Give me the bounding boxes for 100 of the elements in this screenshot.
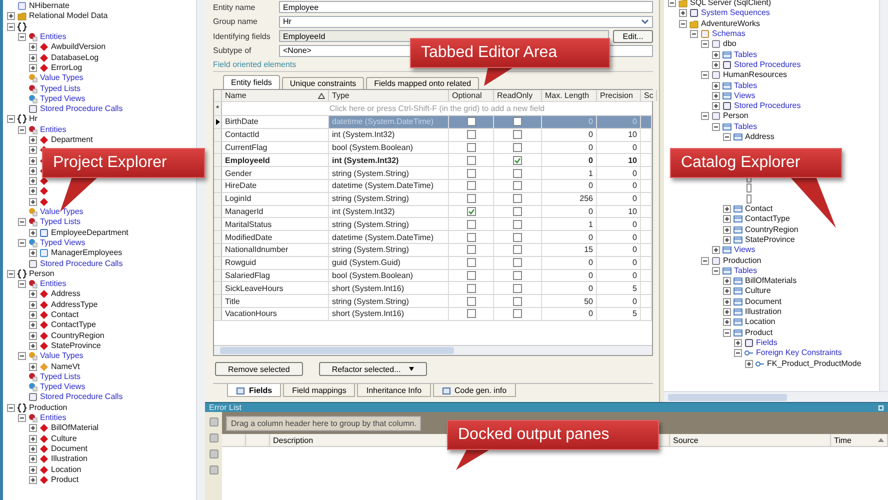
expander-toggle[interactable] — [723, 298, 731, 306]
tab[interactable]: Unique constraints — [282, 77, 364, 89]
expander-toggle[interactable] — [29, 321, 37, 330]
expander-toggle[interactable] — [7, 270, 15, 278]
checkbox[interactable] — [513, 270, 522, 280]
tree-item[interactable]: Illustration — [745, 307, 782, 318]
checkbox[interactable] — [513, 232, 522, 242]
tree-item[interactable]: ManagerEmployees — [51, 248, 122, 258]
checkbox[interactable] — [513, 220, 522, 229]
tree-item[interactable]: Department — [51, 135, 93, 145]
checkbox[interactable] — [513, 156, 522, 165]
tree-item[interactable]: System Sequences — [701, 8, 770, 18]
column-header[interactable]: Precision — [597, 90, 641, 101]
checkbox[interactable] — [466, 142, 476, 152]
expander-toggle[interactable] — [18, 280, 26, 288]
tree-item[interactable]: Production — [29, 402, 68, 413]
checkbox[interactable] — [513, 117, 522, 126]
checkbox[interactable] — [513, 296, 522, 306]
tree-item[interactable]: Production — [723, 256, 762, 266]
checkbox[interactable] — [513, 245, 522, 254]
checkbox[interactable] — [513, 168, 522, 178]
tree-item[interactable]: Typed Views — [40, 382, 86, 392]
checkbox[interactable] — [466, 309, 476, 318]
column-header[interactable]: Time — [831, 434, 888, 446]
tree-item[interactable]: Typed Lists — [40, 372, 80, 382]
column-header[interactable]: Type — [329, 90, 449, 101]
expander-toggle[interactable] — [18, 126, 26, 134]
expander-toggle[interactable] — [679, 9, 687, 18]
tree-item[interactable]: Typed Lists — [40, 84, 80, 94]
expander-toggle[interactable] — [712, 246, 720, 254]
scrollbar[interactable] — [214, 345, 652, 355]
expander-toggle[interactable] — [712, 82, 720, 90]
button[interactable]: Refactor selected... — [318, 362, 427, 376]
pin-icon[interactable] — [878, 404, 884, 410]
checkbox[interactable] — [466, 130, 476, 140]
expander-toggle[interactable] — [734, 338, 742, 347]
checkbox[interactable] — [466, 206, 476, 216]
expander-toggle[interactable] — [723, 133, 731, 141]
expander-toggle[interactable] — [29, 362, 37, 371]
expander-toggle[interactable] — [29, 332, 37, 340]
tree-item[interactable]: ErrorLog — [51, 62, 82, 73]
expander-toggle[interactable] — [29, 311, 37, 320]
column-header[interactable]: ReadOnly — [494, 90, 542, 101]
expander-toggle[interactable] — [29, 198, 37, 206]
dropdown-field[interactable]: Hr — [279, 16, 653, 28]
expander-toggle[interactable] — [29, 466, 37, 474]
tree-item[interactable]: Relational Model Data — [29, 11, 108, 22]
tab[interactable]: Field mappings — [283, 384, 356, 397]
tree-item[interactable]: dbo — [723, 39, 736, 50]
expander-toggle[interactable] — [701, 71, 709, 80]
tree-item[interactable]: Views — [734, 245, 756, 256]
expander-toggle[interactable] — [723, 287, 731, 296]
expander-toggle[interactable] — [29, 434, 37, 443]
tree-item[interactable]: Stored Procedure Calls — [40, 258, 123, 269]
expander-toggle[interactable] — [18, 352, 26, 360]
column-header[interactable]: Name — [222, 90, 329, 101]
tree-item[interactable]: Illustration — [51, 454, 88, 464]
expander-toggle[interactable] — [29, 43, 37, 52]
tree-item[interactable]: Schemas — [712, 29, 746, 40]
expander-toggle[interactable] — [668, 0, 676, 8]
tree-item[interactable]: Entities — [40, 279, 66, 290]
expander-toggle[interactable] — [712, 102, 720, 110]
tree-item[interactable]: NameVt — [51, 362, 80, 372]
tree-item[interactable]: StateProvince — [51, 340, 101, 351]
expander-toggle[interactable] — [18, 218, 26, 226]
tree-item[interactable]: Location — [745, 317, 776, 328]
expander-toggle[interactable] — [734, 349, 742, 358]
expander-toggle[interactable] — [745, 360, 753, 368]
tree-item[interactable]: AwbuildVersion — [51, 42, 106, 52]
checkbox[interactable] — [513, 130, 522, 140]
tree-item[interactable]: Person — [723, 111, 748, 122]
expander-toggle[interactable] — [701, 256, 709, 265]
expander-toggle[interactable] — [29, 228, 37, 237]
input-field[interactable]: Employee — [279, 1, 653, 14]
expander-toggle[interactable] — [29, 444, 37, 453]
checkbox[interactable] — [466, 168, 476, 178]
tree-item[interactable]: Stored Procedure Calls — [40, 392, 123, 402]
tree-item[interactable]: Tables — [734, 122, 758, 132]
expander-toggle[interactable] — [712, 122, 720, 131]
tree-item[interactable]: StateProvince — [745, 234, 795, 245]
expander-toggle[interactable] — [7, 404, 15, 412]
tree-item[interactable]: Entities — [40, 124, 66, 135]
tab[interactable]: Inheritance Info — [357, 384, 431, 397]
tree-item[interactable]: Entities — [40, 413, 66, 424]
tab[interactable]: Fields mapped onto related — [366, 77, 480, 89]
tab[interactable]: Fields — [227, 384, 282, 397]
checkbox[interactable] — [466, 270, 476, 280]
tab[interactable]: Entity fields — [223, 75, 280, 89]
tree-item[interactable]: Product — [51, 474, 79, 485]
button[interactable]: Remove selected — [215, 362, 303, 376]
scrollbar[interactable] — [664, 391, 888, 402]
checkbox[interactable] — [466, 296, 476, 306]
tree-item[interactable]: HumanResources — [723, 70, 788, 80]
checkbox[interactable] — [513, 206, 522, 216]
expander-toggle[interactable] — [29, 455, 37, 464]
checkbox[interactable] — [466, 258, 476, 268]
expander-toggle[interactable] — [701, 40, 709, 48]
expander-toggle[interactable] — [29, 166, 37, 175]
tree-item[interactable]: Contact — [745, 204, 773, 214]
expander-toggle[interactable] — [723, 236, 731, 244]
